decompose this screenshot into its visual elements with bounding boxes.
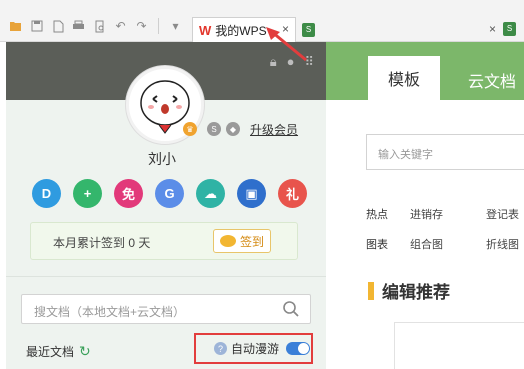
category-row: 图表 组合图 折线图 (366, 236, 519, 252)
vip-crown-icon: ♛ (183, 122, 197, 136)
category-link[interactable]: 进销存 (410, 206, 486, 222)
tab-templates[interactable]: 模板 (368, 56, 440, 100)
tab-templates-label: 模板 (387, 72, 420, 89)
quick-access-toolbar: ↶ ↷ ▾ (8, 18, 183, 34)
app-doc-icon[interactable]: ▣ (237, 179, 266, 208)
app-gift-icon[interactable]: 礼 (278, 179, 307, 208)
annotation-arrow-icon (266, 27, 307, 62)
toolbar-divider (158, 18, 159, 34)
app-g-icon[interactable]: G (155, 179, 184, 208)
auto-roam-setting: ? 自动漫游 (194, 333, 313, 364)
search-icon[interactable] (282, 300, 300, 318)
redo-icon[interactable]: ↷ (134, 19, 149, 34)
auto-roam-toggle[interactable] (286, 342, 311, 355)
print-icon[interactable] (71, 19, 86, 34)
username: 刘小 (148, 151, 176, 167)
signin-button[interactable]: 签到 (213, 229, 271, 253)
app-plus-icon[interactable]: + (73, 179, 102, 208)
auto-roam-label: 自动漫游 (231, 342, 280, 356)
wps-logo-icon: W (199, 22, 212, 38)
template-preview-card[interactable] (394, 322, 524, 369)
app-icons-row: D + 免 G ☁ ▣ 礼 (32, 179, 307, 208)
undo-icon[interactable]: ↶ (113, 19, 128, 34)
editor-picks-heading: 编辑推荐 (368, 278, 450, 303)
signin-count-text: 本月累计签到 0 天 (53, 236, 151, 250)
save-icon[interactable] (29, 19, 44, 34)
close-icon[interactable]: × (489, 22, 496, 36)
category-row: 热点 进销存 登记表 (366, 206, 519, 222)
category-link[interactable]: 组合图 (410, 236, 486, 252)
signin-button-label: 签到 (239, 234, 264, 249)
spreadsheet-icon[interactable]: S (503, 22, 516, 36)
signin-card: 本月累计签到 0 天 签到 (30, 222, 298, 260)
export-pdf-icon[interactable] (50, 19, 65, 34)
tab-my-wps-label: 我的WPS (215, 23, 267, 38)
recent-docs[interactable]: 最近文档 ↻ (26, 343, 91, 360)
category-link[interactable]: 折线图 (486, 236, 519, 252)
dropdown-icon[interactable]: ▾ (168, 19, 183, 34)
tab-cloud-docs[interactable]: 云文档 (468, 68, 516, 92)
open-folder-icon[interactable] (8, 19, 23, 34)
app-d-icon[interactable]: D (32, 179, 61, 208)
recent-docs-label: 最近文档 (26, 345, 75, 359)
drop-badge-icon: ◆ (226, 122, 240, 136)
keyword-placeholder: 输入关键字 (378, 149, 433, 161)
refresh-icon[interactable]: ↻ (79, 343, 91, 360)
doc-search-input[interactable]: 搜文档（本地文档+云文档） (21, 294, 311, 324)
tab-document[interactable]: S × S (298, 17, 524, 42)
upgrade-member-link[interactable]: 升级会员 (250, 121, 298, 138)
editor-picks-title: 编辑推荐 (382, 283, 450, 302)
category-key: 热点 (366, 209, 388, 221)
coin-icon (219, 235, 236, 247)
doc-search-placeholder: 搜文档（本地文档+云文档） (34, 305, 186, 319)
heading-accent-bar (368, 281, 374, 300)
print-preview-icon[interactable] (92, 19, 107, 34)
category-link[interactable]: 登记表 (486, 206, 519, 222)
app-free-icon[interactable]: 免 (114, 179, 143, 208)
keyword-search-input[interactable]: 输入关键字 (366, 134, 524, 170)
wps-window: ↶ ↷ ▾ W 我的WPS × S × S 🔒︎ ● ⠿ ♛ S ◆ 升级会员 … (0, 0, 524, 369)
category-key: 图表 (366, 239, 388, 251)
s-badge-icon: S (207, 122, 221, 136)
help-icon[interactable]: ? (214, 342, 227, 355)
divider (6, 276, 326, 277)
app-cloud-icon[interactable]: ☁ (196, 179, 225, 208)
